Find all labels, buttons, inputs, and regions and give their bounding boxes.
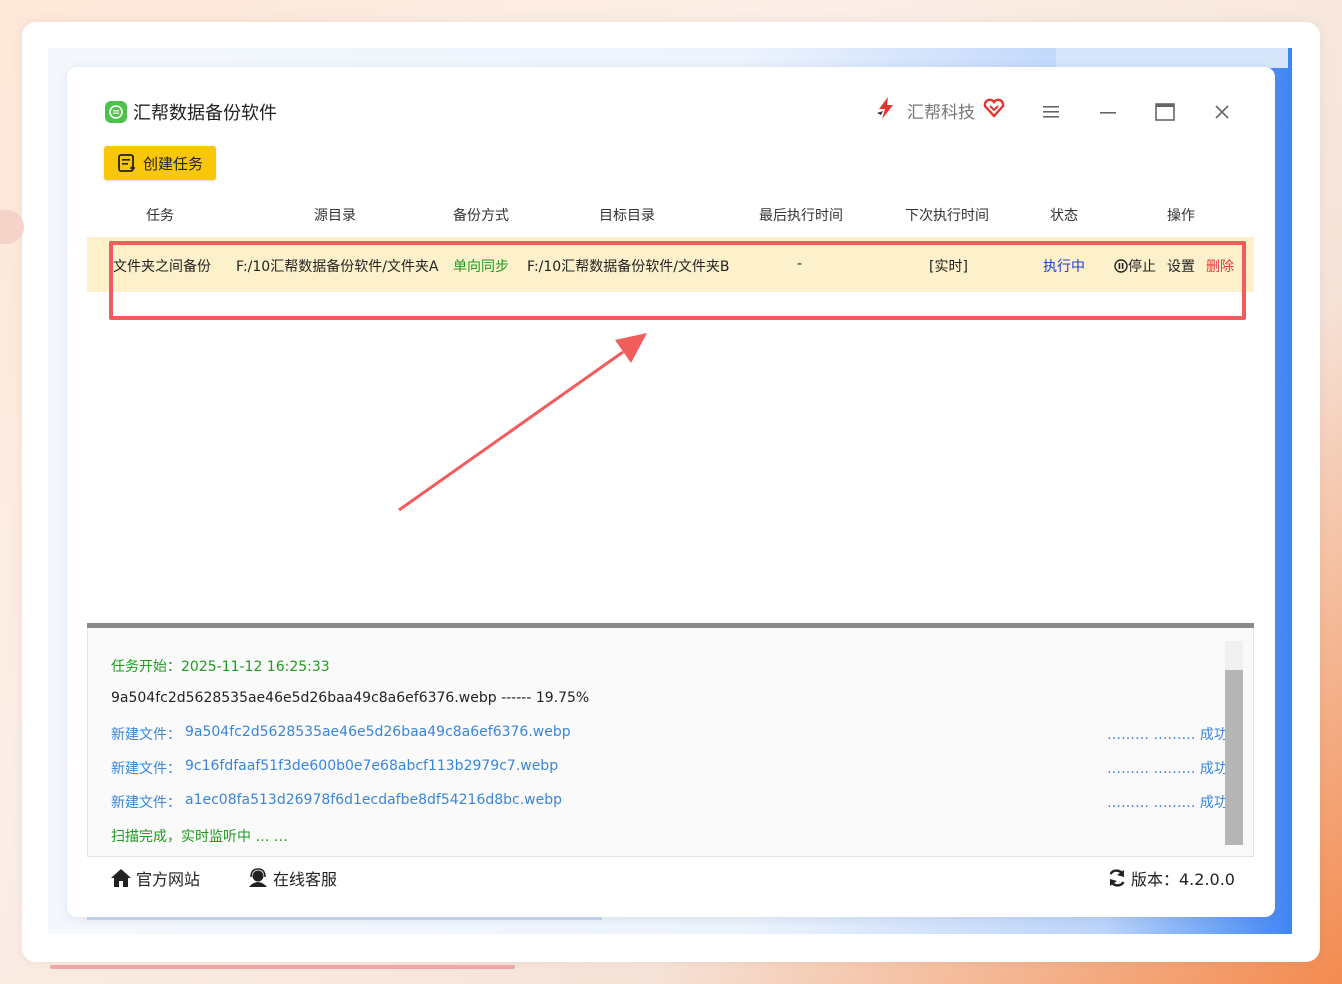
app-title: 汇帮数据备份软件 bbox=[133, 103, 277, 124]
log-entry-result: ……… ……… 成功 bbox=[1107, 724, 1228, 744]
version-info[interactable]: 版本：4.2.0.0 bbox=[1107, 866, 1235, 890]
column-header-target: 目标目录 bbox=[599, 208, 655, 224]
create-task-icon bbox=[118, 154, 135, 172]
log-entry-file: 9c16fdfaaf51f3de600b0e7e68abcf113b2979c7… bbox=[185, 758, 559, 774]
log-entry-label: 新建文件： bbox=[111, 727, 181, 743]
app-window: 汇帮数据备份软件 汇帮科技 创建任务 任务 源目录 备份方式 目标目录 最后执行… bbox=[67, 67, 1275, 917]
log-entry-result-text: 成功 bbox=[1199, 761, 1228, 777]
maximize-icon[interactable] bbox=[1150, 97, 1180, 127]
official-website-link[interactable]: 官方网站 bbox=[110, 866, 200, 890]
background-line bbox=[50, 965, 515, 969]
column-header-next-run: 下次执行时间 bbox=[905, 208, 989, 224]
log-entry-dots: ……… ……… bbox=[1107, 795, 1200, 811]
close-icon[interactable] bbox=[1207, 97, 1237, 127]
version-label: 版本：4.2.0.0 bbox=[1131, 870, 1235, 889]
support-agent-icon bbox=[249, 868, 267, 887]
online-support-label: 在线客服 bbox=[273, 870, 338, 889]
official-website-label: 官方网站 bbox=[136, 870, 201, 889]
log-panel: 任务开始：2025-11-12 16:25:33 9a504fc2d562853… bbox=[87, 628, 1254, 857]
column-header-status: 状态 bbox=[1050, 208, 1078, 224]
log-done-line: 扫描完成，实时监听中 … … bbox=[111, 829, 288, 845]
column-header-last-run: 最后执行时间 bbox=[759, 208, 843, 224]
create-task-button[interactable]: 创建任务 bbox=[104, 146, 216, 180]
online-support-link[interactable]: 在线客服 bbox=[247, 866, 337, 890]
minimize-icon[interactable] bbox=[1093, 97, 1123, 127]
log-progress-line: 9a504fc2d5628535ae46e5d26baa49c8a6ef6376… bbox=[111, 690, 590, 706]
column-header-mode: 备份方式 bbox=[453, 208, 509, 224]
background-blob bbox=[0, 210, 24, 244]
log-entry-file: 9a504fc2d5628535ae46e5d26baa49c8a6ef6376… bbox=[185, 724, 571, 740]
brand: 汇帮科技 bbox=[873, 95, 1005, 125]
log-entry-result: ……… ……… 成功 bbox=[1107, 758, 1228, 778]
log-entry-dots: ……… ……… bbox=[1107, 761, 1200, 777]
log-entry-file: a1ec08fa513d26978f6d1ecdafbe8df54216d8bc… bbox=[185, 792, 563, 808]
log-scrollbar-thumb[interactable] bbox=[1225, 670, 1243, 845]
title-bar: 汇帮数据备份软件 bbox=[105, 99, 277, 125]
vip-heart-icon[interactable] bbox=[983, 98, 1005, 122]
background-tab bbox=[1056, 48, 1288, 68]
create-task-label: 创建任务 bbox=[142, 154, 203, 173]
column-header-task: 任务 bbox=[146, 208, 174, 224]
log-entry-label: 新建文件： bbox=[111, 761, 181, 777]
log-entry-result: ……… ……… 成功 bbox=[1107, 792, 1228, 812]
column-header-actions: 操作 bbox=[1167, 208, 1195, 224]
brand-logo-icon bbox=[873, 95, 899, 125]
log-entry-result-text: 成功 bbox=[1199, 795, 1228, 811]
menu-icon[interactable] bbox=[1036, 97, 1066, 127]
column-header-source: 源目录 bbox=[314, 208, 356, 224]
annotation-highlight-box bbox=[109, 241, 1246, 320]
refresh-icon bbox=[1109, 869, 1125, 887]
log-entry-result-text: 成功 bbox=[1199, 727, 1228, 743]
app-logo-icon bbox=[105, 101, 127, 123]
log-entry-dots: ……… ……… bbox=[1107, 727, 1200, 743]
brand-name: 汇帮科技 bbox=[907, 102, 975, 123]
log-start-line: 任务开始：2025-11-12 16:25:33 bbox=[111, 659, 330, 675]
log-entry-label: 新建文件： bbox=[111, 795, 181, 811]
home-icon bbox=[111, 869, 131, 887]
